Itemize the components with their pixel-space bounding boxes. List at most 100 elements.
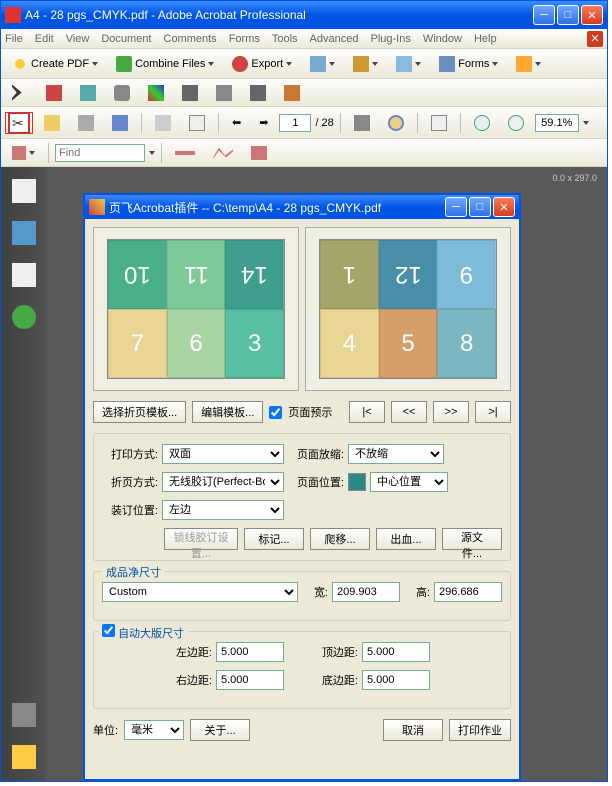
menu-comments[interactable]: Comments [164,33,217,45]
page-preview-checkbox[interactable] [269,406,282,419]
menu-window[interactable]: Window [423,33,462,45]
area-tool[interactable] [244,142,274,164]
menu-tools[interactable]: Tools [272,33,298,45]
print-button[interactable] [71,112,101,134]
review-button[interactable] [509,53,548,75]
optimize-tool[interactable] [243,82,273,104]
zoom-input[interactable] [535,114,579,132]
distance-tool[interactable] [168,142,202,164]
start-meeting-button[interactable] [303,53,342,75]
sound-tool[interactable] [209,82,239,104]
sign-button[interactable] [389,53,428,75]
preview-cell: 14 [225,240,284,309]
hand-tool[interactable] [381,112,411,134]
print-mode-select[interactable]: 双面 [162,444,284,464]
menu-view[interactable]: View [66,33,90,45]
chevron-down-icon [286,62,292,66]
minimize-button[interactable]: ─ [533,5,555,25]
chevron-down-icon [492,62,498,66]
dialog-close-button[interactable]: ✕ [493,197,515,217]
page-pos-icon[interactable] [348,473,366,491]
sidebar-help[interactable] [12,305,36,329]
perimeter-tool[interactable] [206,142,240,164]
height-input[interactable] [434,582,502,602]
right-margin-input[interactable] [216,670,284,690]
select-text-tool[interactable] [347,112,377,134]
chevron-down-icon[interactable] [149,151,155,155]
menu-edit[interactable]: Edit [35,33,54,45]
bottom-margin-input[interactable] [362,670,430,690]
top-margin-label: 顶边距: [288,644,358,660]
about-button[interactable]: 关于... [190,719,250,741]
nav-first-button[interactable]: |< [349,401,385,423]
finish-preset-select[interactable]: Custom [102,582,298,602]
link-tool[interactable] [107,82,137,104]
chevron-down-icon[interactable] [583,121,589,125]
source-file-button[interactable]: 源文件... [442,528,502,550]
cancel-button[interactable]: 取消 [383,719,443,741]
fold-mode-select[interactable]: 无线胶订(Perfect-Bound) [162,472,284,492]
maximize-button[interactable]: □ [557,5,579,25]
unit-select[interactable]: 毫米 [124,720,184,740]
save-button[interactable] [105,112,135,134]
sidebar-signatures[interactable] [12,263,36,287]
bleed-button[interactable]: 出血... [376,528,436,550]
menu-document[interactable]: Document [101,33,151,45]
3d-tool[interactable] [141,82,171,104]
crop-tool[interactable] [73,82,103,104]
page-number-input[interactable] [279,114,311,132]
forms-button[interactable]: Forms [432,53,505,75]
email-button[interactable] [148,112,178,134]
page-button[interactable] [182,112,212,134]
combine-files-button[interactable]: Combine Files [109,53,221,75]
bind-pos-select[interactable]: 左边 [162,500,284,520]
secure-button[interactable] [346,53,385,75]
touchup-tool[interactable] [277,82,307,104]
creep-button[interactable]: 爬移... [310,528,370,550]
scissors-icon [8,112,30,134]
sidebar-pages[interactable] [12,179,36,203]
close-button[interactable]: ✕ [581,5,603,25]
prev-page-button[interactable]: ⬅ [225,112,248,134]
menu-plugins[interactable]: Plug-Ins [370,33,410,45]
open-button[interactable] [37,112,67,134]
plugin-button[interactable] [5,112,33,134]
sidebar-attachments[interactable] [12,703,36,727]
dialog-maximize-button[interactable]: □ [469,197,491,217]
sidebar-comments[interactable] [12,745,36,769]
find-input[interactable] [55,144,145,162]
left-margin-input[interactable] [216,642,284,662]
width-label: 宽: [302,584,328,600]
menu-forms[interactable]: Forms [229,33,260,45]
create-pdf-button[interactable]: Create PDF [5,53,105,75]
text-tool[interactable] [39,82,69,104]
auto-layout-checkbox[interactable] [102,624,115,637]
page-fit-select[interactable]: 不放缩 [348,444,444,464]
nav-prev-button[interactable]: << [391,401,427,423]
width-input[interactable] [332,582,400,602]
close-doc-button[interactable]: ✕ [587,31,603,47]
marks-button[interactable]: 标记... [244,528,304,550]
preview-cell: 8 [437,309,496,378]
measure-tool[interactable] [5,142,42,164]
movie-tool[interactable] [175,82,205,104]
print-job-button[interactable]: 打印作业 [449,719,511,741]
nav-last-button[interactable]: >| [475,401,511,423]
page-pos-select[interactable]: 中心位置 [370,472,448,492]
dialog-minimize-button[interactable]: ─ [445,197,467,217]
zoom-in-button[interactable] [501,112,531,134]
menu-help[interactable]: Help [474,33,497,45]
marquee-zoom[interactable] [424,112,454,134]
select-tool[interactable] [5,82,35,104]
next-page-button[interactable]: ➡ [252,112,275,134]
menu-advanced[interactable]: Advanced [310,33,359,45]
edit-template-button[interactable]: 编辑模板... [192,401,263,423]
menu-file[interactable]: File [5,33,23,45]
top-margin-input[interactable] [362,642,430,662]
sidebar-bookmarks[interactable] [12,221,36,245]
export-button[interactable]: Export [225,53,299,75]
zoom-out-button[interactable] [467,112,497,134]
select-template-button[interactable]: 选择折页模板... [93,401,186,423]
text-icon [46,85,62,101]
nav-next-button[interactable]: >> [433,401,469,423]
